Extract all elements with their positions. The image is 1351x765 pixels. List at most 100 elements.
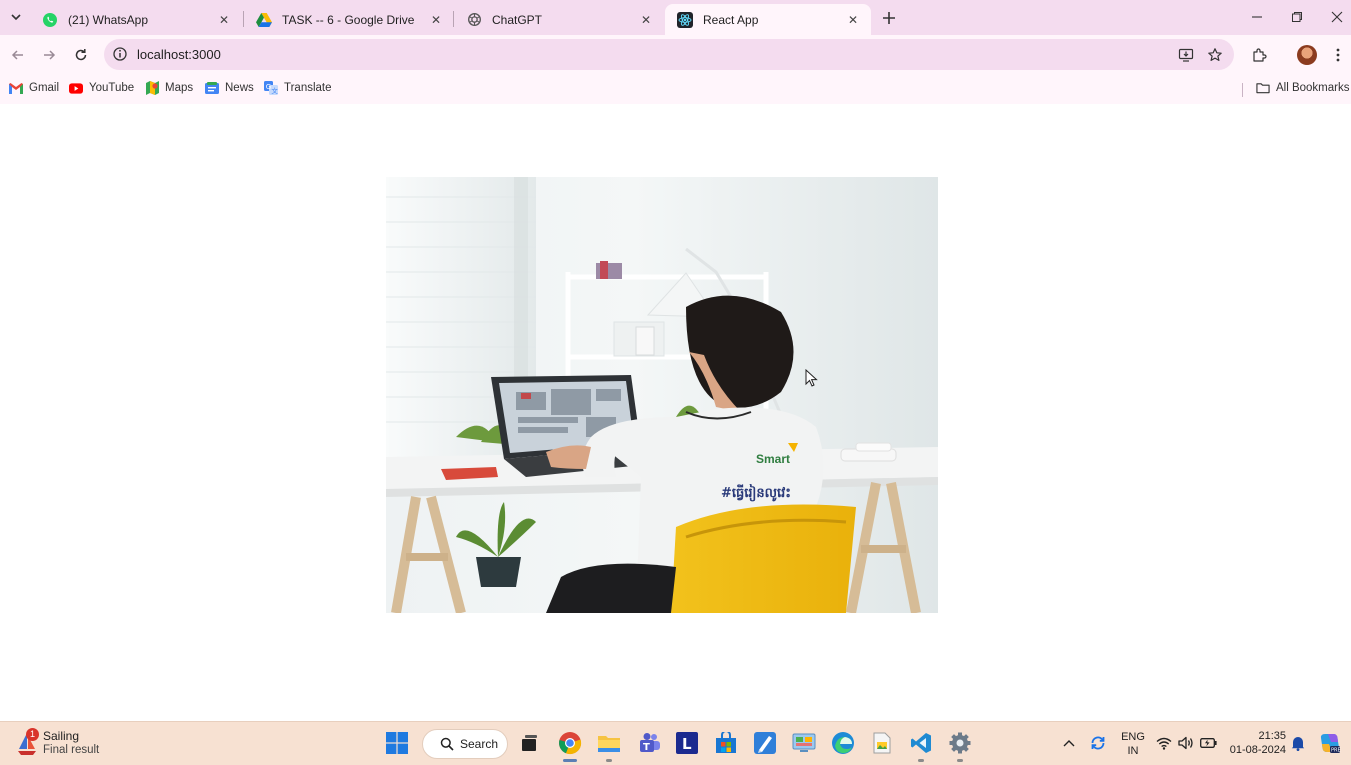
chrome-icon: [559, 732, 582, 755]
l-app-icon: L: [676, 732, 698, 754]
minimize-button[interactable]: [1237, 0, 1277, 34]
page-content: Smart #ធ្វើរៀនលូវេះ: [0, 104, 1351, 721]
bookmark-label: YouTube: [89, 82, 135, 94]
tab-whatsapp[interactable]: (21) WhatsApp ✕: [30, 4, 242, 35]
bookmark-translate[interactable]: G文 Translate: [264, 81, 332, 95]
edge-button[interactable]: [830, 730, 856, 756]
minimize-icon: [1252, 16, 1262, 18]
region-code: IN: [1127, 745, 1139, 757]
bookmark-maps[interactable]: Maps: [145, 81, 193, 95]
svg-text:文: 文: [271, 86, 278, 95]
file-explorer-button[interactable]: [596, 730, 622, 756]
new-tab-button[interactable]: [878, 7, 900, 29]
task-view-button[interactable]: [516, 730, 542, 756]
whatsapp-icon: [42, 12, 58, 28]
vscode-button[interactable]: [908, 730, 934, 756]
bookmarks-bar: Gmail YouTube Maps News G文 Translate All…: [0, 74, 1351, 104]
svg-text:L: L: [682, 735, 692, 753]
tab-google-drive[interactable]: TASK -- 6 - Google Drive ✕: [244, 4, 454, 35]
close-icon[interactable]: ✕: [638, 12, 654, 28]
tab-react-app[interactable]: React App ✕: [665, 4, 871, 35]
news-icon: [205, 81, 219, 95]
site-info-icon[interactable]: [112, 46, 128, 62]
teams-icon: T: [640, 733, 660, 753]
close-window-button[interactable]: [1317, 0, 1351, 34]
volume-tray-button[interactable]: [1177, 734, 1195, 752]
sync-tray-button[interactable]: [1089, 734, 1107, 752]
windows-taskbar: 1 Sailing Final result Search T L ENG IN…: [0, 721, 1351, 765]
tab-chatgpt[interactable]: ChatGPT ✕: [454, 4, 664, 35]
gmail-icon: [9, 81, 23, 95]
svg-text:PRE: PRE: [1331, 748, 1341, 754]
copilot-button[interactable]: PRE: [1319, 732, 1341, 754]
show-hidden-icons-button[interactable]: [1060, 734, 1078, 752]
chevron-down-icon: [11, 14, 21, 21]
mouse-pointer-icon: [805, 369, 818, 387]
battery-tray-button[interactable]: [1199, 734, 1217, 752]
copilot-icon: PRE: [1320, 734, 1341, 754]
bookmark-gmail[interactable]: Gmail: [9, 81, 59, 95]
reload-button[interactable]: [69, 43, 93, 67]
tab-title: React App: [703, 12, 759, 27]
taskbar-search[interactable]: Search: [422, 729, 508, 759]
bookmark-label: Gmail: [29, 82, 60, 94]
all-bookmarks-button[interactable]: All Bookmarks: [1256, 81, 1350, 95]
extensions-icon[interactable]: [1249, 45, 1269, 65]
google-drive-icon: [256, 12, 272, 28]
weather-widget[interactable]: 1 Sailing Final result: [16, 728, 126, 760]
editor-app-button[interactable]: [752, 730, 778, 756]
system-clock[interactable]: 21:35 01-08-2024: [1224, 729, 1286, 757]
install-app-icon[interactable]: [1177, 46, 1195, 64]
react-icon: [677, 11, 693, 28]
bookmark-label: News: [225, 82, 254, 94]
control-panel-icon: [792, 733, 816, 752]
menu-kebab-icon[interactable]: [1328, 45, 1348, 65]
forward-button[interactable]: [37, 43, 61, 67]
search-label: Search: [460, 737, 499, 751]
hero-image: Smart #ធ្វើរៀនលូវេះ: [386, 177, 938, 613]
arrow-right-icon: [44, 50, 56, 60]
running-app-indicator: [606, 759, 612, 762]
language-indicator[interactable]: ENG IN: [1120, 730, 1146, 758]
profile-avatar[interactable]: [1297, 45, 1317, 65]
all-bookmarks-label: All Bookmarks: [1276, 82, 1350, 94]
weather-subtitle: Final result: [43, 744, 100, 756]
folder-icon: [1256, 81, 1270, 95]
folder-icon: [598, 736, 620, 752]
tab-title: TASK -- 6 - Google Drive: [282, 12, 415, 27]
restore-button[interactable]: [1277, 0, 1317, 34]
close-icon[interactable]: ✕: [216, 12, 232, 28]
bookmark-news[interactable]: News: [205, 81, 254, 95]
bookmark-youtube[interactable]: YouTube: [69, 81, 134, 95]
notifications-button[interactable]: [1289, 734, 1307, 752]
document-app-icon: [873, 732, 891, 754]
launcher-l-button[interactable]: L: [674, 730, 700, 756]
settings-button[interactable]: [947, 730, 973, 756]
search-icon: [440, 737, 454, 751]
tab-search-button[interactable]: [6, 7, 26, 27]
back-button[interactable]: [6, 43, 30, 67]
tab-title: (21) WhatsApp: [68, 12, 149, 27]
youtube-icon: [69, 81, 83, 95]
microsoft-store-button[interactable]: [713, 730, 739, 756]
start-button[interactable]: [384, 730, 410, 756]
pen-app-icon: [754, 732, 776, 754]
bookmark-star-icon[interactable]: [1206, 46, 1224, 64]
bookmark-label: Maps: [165, 82, 194, 94]
close-icon[interactable]: ✕: [428, 12, 444, 28]
files-app-button[interactable]: [869, 730, 895, 756]
running-app-indicator: [918, 759, 924, 762]
notification-badge: 1: [26, 728, 39, 741]
windows-logo-icon: [386, 732, 408, 754]
control-panel-button[interactable]: [791, 730, 817, 756]
teams-button[interactable]: T: [636, 730, 662, 756]
close-icon[interactable]: ✕: [845, 12, 861, 28]
weather-title: Sailing: [43, 729, 80, 743]
shirt-tagline-text: #ធ្វើរៀនលូវេះ: [721, 484, 791, 502]
clock-date: 01-08-2024: [1229, 744, 1286, 756]
wifi-tray-button[interactable]: [1155, 734, 1173, 752]
chrome-taskbar-button[interactable]: [557, 730, 583, 756]
close-icon: [1331, 11, 1343, 23]
address-text[interactable]: localhost:3000: [137, 47, 221, 62]
address-bar[interactable]: localhost:3000: [104, 39, 1234, 70]
